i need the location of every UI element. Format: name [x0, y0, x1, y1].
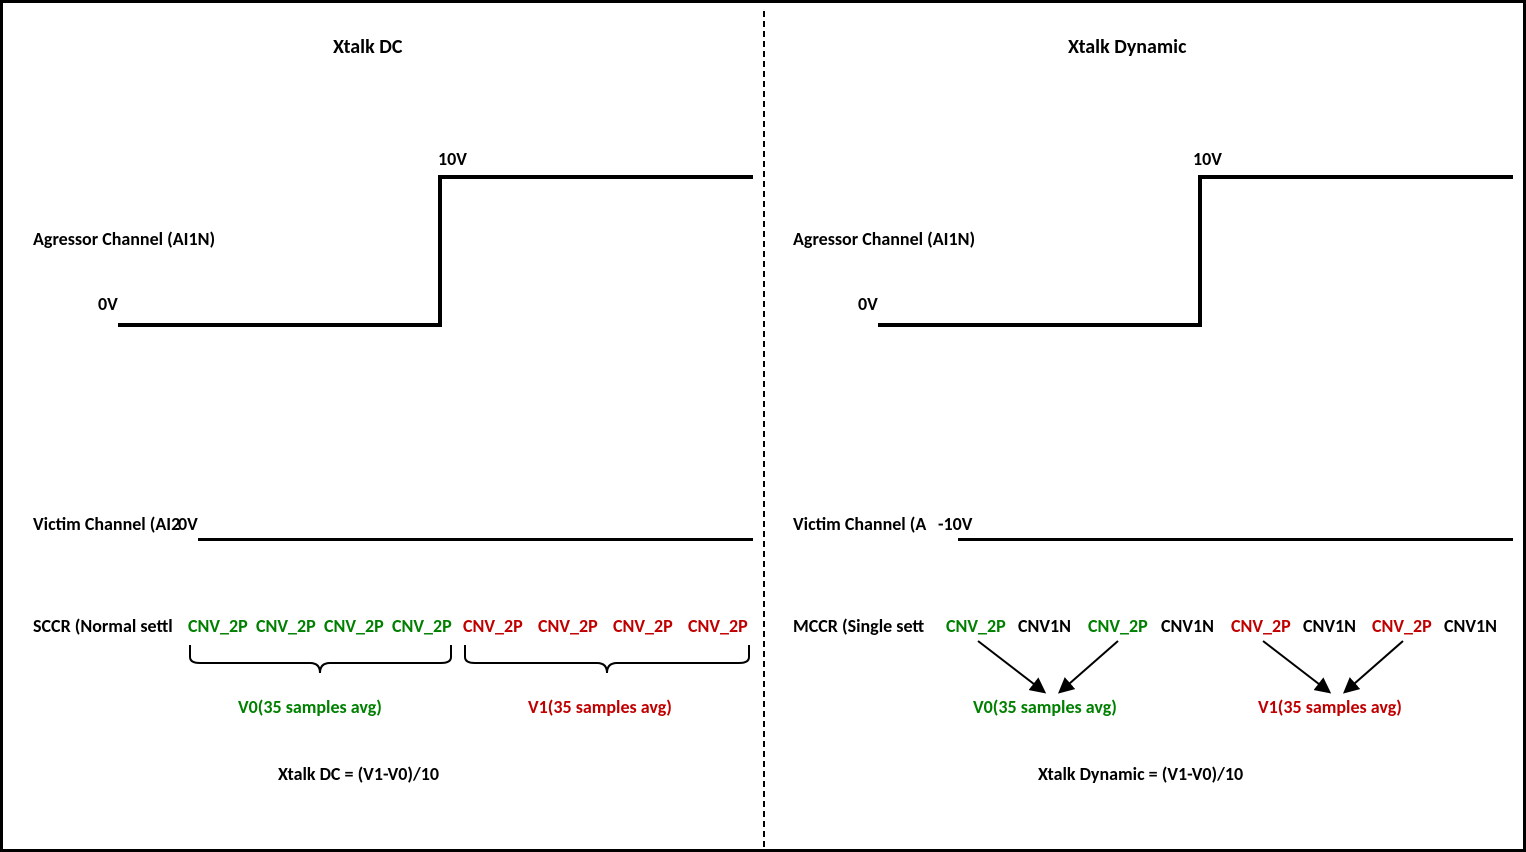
right-arrows-v0 — [943, 639, 1173, 699]
left-cnv-r3: CNV_2P — [613, 615, 673, 637]
right-victim-label: Victim Channel (A — [793, 513, 926, 535]
right-cnv-r2: CNV_2P — [1372, 615, 1432, 637]
right-agg-high — [1198, 175, 1513, 179]
left-cnv-g3: CNV_2P — [324, 615, 384, 637]
left-v0-label: V0(35 samples avg) — [238, 696, 382, 718]
right-formula: Xtalk Dynamic = (V1-V0)/10 — [1038, 763, 1243, 785]
right-arrows-v1 — [1228, 639, 1458, 699]
right-victim-line — [958, 538, 1513, 541]
right-cnv1n-4: CNV1N — [1444, 615, 1497, 637]
left-cnv-g4: CNV_2P — [392, 615, 452, 637]
left-cnv-r1: CNV_2P — [463, 615, 523, 637]
left-formula: Xtalk DC = (V1-V0)/10 — [278, 763, 439, 785]
left-agg-10v: 10V — [438, 148, 467, 170]
diagram-frame: Xtalk DC Agressor Channel (AI1N) 0V 10V … — [0, 0, 1526, 852]
left-agg-rise — [438, 175, 442, 327]
right-cnv1n-2: CNV1N — [1161, 615, 1214, 637]
left-aggressor-label: Agressor Channel (AI1N) — [33, 228, 215, 250]
left-brace-v0 — [188, 643, 453, 683]
right-v0-label: V0(35 samples avg) — [973, 696, 1117, 718]
left-sccr-prefix: SCCR (Normal settl — [33, 615, 173, 637]
left-victim-line — [198, 538, 753, 541]
right-v1-label: V1(35 samples avg) — [1258, 696, 1402, 718]
right-cnv1n-3: CNV1N — [1303, 615, 1356, 637]
left-title: Xtalk DC — [333, 35, 402, 59]
right-cnv-g1: CNV_2P — [946, 615, 1006, 637]
left-cnv-g2: CNV_2P — [256, 615, 316, 637]
left-agg-high — [438, 175, 753, 179]
right-agg-rise — [1198, 175, 1202, 327]
left-victim-v: 0V — [178, 513, 198, 535]
right-victim-v: -10V — [938, 513, 972, 535]
left-cnv-r4: CNV_2P — [688, 615, 748, 637]
right-title: Xtalk Dynamic — [1068, 35, 1186, 59]
right-agg-0v: 0V — [858, 293, 878, 315]
center-divider — [763, 11, 765, 847]
left-agg-low — [118, 323, 438, 327]
left-victim-label: Victim Channel (AI2 — [33, 513, 180, 535]
right-agg-low — [878, 323, 1198, 327]
right-agg-10v: 10V — [1193, 148, 1222, 170]
right-aggressor-label: Agressor Channel (AI1N) — [793, 228, 975, 250]
left-agg-0v: 0V — [98, 293, 118, 315]
right-mccr-prefix: MCCR (Single sett — [793, 615, 924, 637]
left-brace-v1 — [463, 643, 751, 683]
left-v1-label: V1(35 samples avg) — [528, 696, 672, 718]
left-cnv-g1: CNV_2P — [188, 615, 248, 637]
right-cnv-g2: CNV_2P — [1088, 615, 1148, 637]
left-cnv-r2: CNV_2P — [538, 615, 598, 637]
right-cnv-r1: CNV_2P — [1231, 615, 1291, 637]
right-cnv1n-1: CNV1N — [1018, 615, 1071, 637]
